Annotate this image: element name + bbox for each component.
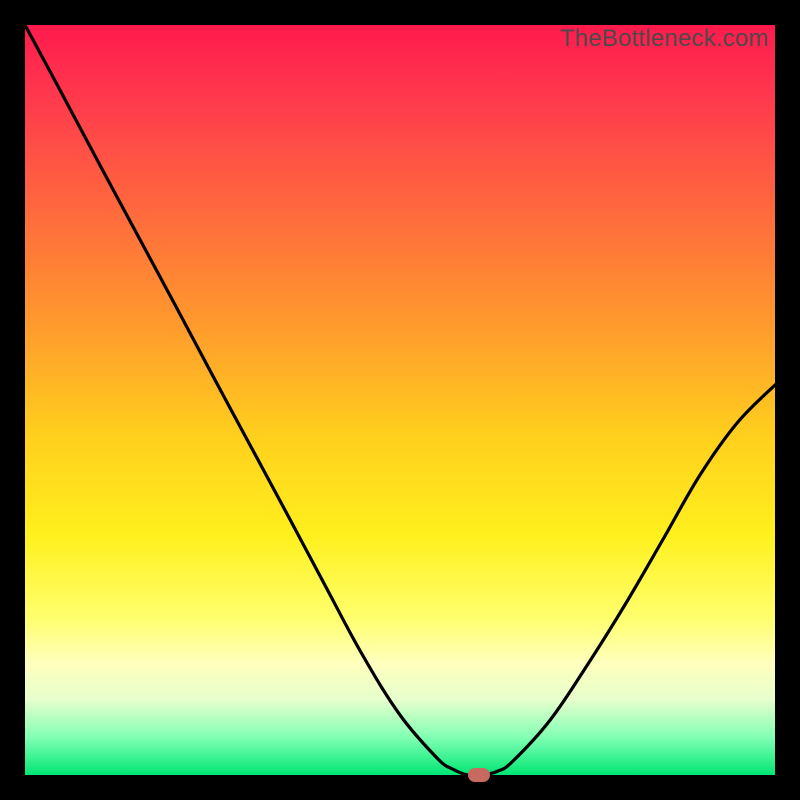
chart-frame: TheBottleneck.com [0, 0, 800, 800]
bottleneck-curve [25, 25, 775, 775]
plot-area: TheBottleneck.com [25, 25, 775, 775]
minimum-marker [468, 768, 490, 782]
